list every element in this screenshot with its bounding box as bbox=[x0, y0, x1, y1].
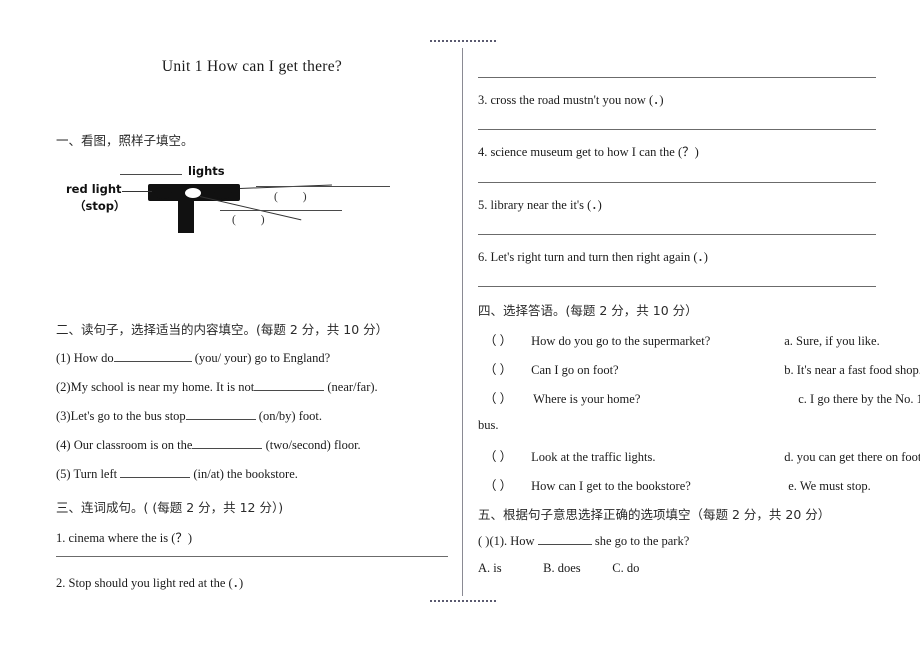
section-2-item-2-pre: (2)My school is near my home. It is not bbox=[56, 380, 255, 394]
section-3-answer-line-4[interactable] bbox=[478, 182, 876, 183]
section-1-heading: 一、看图，照样子填空。 bbox=[56, 133, 194, 148]
traffic-light-figure: lights red light （stop） ( ) ( ) bbox=[60, 158, 390, 238]
section-3-item-4: 4. science museum get to how I can the (… bbox=[478, 145, 699, 159]
section-2-item-2: (2)My school is near my home. It is not … bbox=[56, 380, 378, 395]
section-2-item-5-blank[interactable] bbox=[120, 477, 191, 478]
traffic-light-housing bbox=[148, 184, 240, 201]
section-4-bracket-4[interactable]: （ ） bbox=[484, 446, 528, 465]
traffic-light-lamp-green bbox=[214, 187, 232, 199]
section-4-bracket-3[interactable]: （ ） bbox=[484, 388, 530, 407]
section-2-item-5-post: (in/at) the bookstore. bbox=[193, 467, 298, 481]
section-4-answer-1: a. Sure, if you like. bbox=[784, 334, 880, 348]
section-2-item-3-blank[interactable] bbox=[185, 419, 256, 420]
traffic-light-post bbox=[178, 199, 194, 233]
section-2-item-5-pre: (5) Turn left bbox=[56, 467, 118, 481]
traffic-light-lamp-yellow bbox=[184, 187, 202, 199]
figure-paren-a[interactable]: ( ) bbox=[274, 191, 318, 203]
figure-top-blank[interactable] bbox=[120, 174, 182, 175]
section-3-item-2: 2. Stop should you light red at the (．) bbox=[56, 576, 244, 590]
section-4-row-1: （ ） How do you go to the supermarket? a.… bbox=[484, 330, 880, 349]
section-4-bracket-2[interactable]: （ ） bbox=[484, 359, 528, 378]
figure-label-lights: lights bbox=[188, 164, 225, 178]
section-5-question-1-post: she go to the park? bbox=[594, 534, 690, 548]
section-2-item-5: (5) Turn left (in/at) the bookstore. bbox=[56, 467, 298, 482]
section-4-prompt-4: Look at the traffic lights. bbox=[531, 450, 656, 464]
section-4-prompt-2: Can I go on foot? bbox=[531, 363, 619, 377]
section-3-item-5: 5. library near the it's (．) bbox=[478, 198, 602, 212]
section-5-options-1: A. is B. does C. do bbox=[478, 561, 639, 576]
section-4-answer-3: c. I go there by the No. 15 bbox=[798, 392, 920, 406]
section-3-heading: 三、连词成句。( (每题 2 分，共 12 分）) bbox=[56, 500, 284, 515]
section-4-answer-3-wrap: bus. bbox=[478, 418, 499, 432]
page-title: Unit 1 How can I get there? bbox=[161, 58, 343, 75]
section-4-heading: 四、选择答语。(每题 2 分，共 10 分） bbox=[478, 303, 698, 318]
section-2-item-1-post: (you/ your) go to England? bbox=[194, 351, 331, 365]
section-2-item-3: (3)Let's go to the bus stop (on/by) foot… bbox=[56, 409, 322, 424]
section-5-question-1-blank[interactable] bbox=[537, 544, 592, 545]
section-2-item-2-blank[interactable] bbox=[254, 390, 325, 391]
section-2-item-4-pre: (4) Our classroom is on the bbox=[56, 438, 193, 452]
section-2-item-4-post: (two/second) floor. bbox=[265, 438, 361, 452]
section-4-prompt-5: How can I get to the bookstore? bbox=[531, 479, 691, 493]
section-5-option-a[interactable]: A. is bbox=[478, 561, 540, 576]
section-4-answer-2: b. It's near a fast food shop. bbox=[784, 363, 920, 377]
section-2-item-3-pre: (3)Let's go to the bus stop bbox=[56, 409, 186, 423]
section-3-item-3: 3. cross the road mustn't you now (．) bbox=[478, 93, 664, 107]
figure-paren-b[interactable]: ( ) bbox=[232, 214, 276, 226]
leader-line-red bbox=[122, 191, 152, 192]
cut-mark-top bbox=[430, 40, 496, 44]
section-4-row-5: （ ） How can I get to the bookstore? e. W… bbox=[484, 475, 871, 494]
section-3-item-6: 6. Let's right turn and turn then right … bbox=[478, 250, 708, 264]
section-5-bracket-1[interactable]: ( ) bbox=[478, 534, 489, 548]
section-4-answer-5: e. We must stop. bbox=[788, 479, 871, 493]
section-2-item-2-post: (near/far). bbox=[327, 380, 378, 394]
section-3-answer-line-5[interactable] bbox=[478, 234, 876, 235]
section-5-question-1-pre: (1). How bbox=[489, 534, 535, 548]
figure-label-red-light: red light bbox=[66, 182, 122, 196]
section-4-prompt-1: How do you go to the supermarket? bbox=[531, 334, 711, 348]
section-3-answer-line-3[interactable] bbox=[478, 129, 876, 130]
section-4-bracket-1[interactable]: （ ） bbox=[484, 330, 528, 349]
section-4-row-2: （ ） Can I go on foot? b. It's near a fas… bbox=[484, 359, 920, 378]
figure-blank-a[interactable] bbox=[256, 186, 390, 187]
section-5-heading: 五、根据句子意思选择正确的选项填空（每题 2 分，共 20 分） bbox=[478, 507, 831, 522]
section-4-row-4: （ ） Look at the traffic lights. d. you c… bbox=[484, 446, 920, 465]
figure-blank-b[interactable] bbox=[220, 210, 342, 211]
column-divider bbox=[462, 48, 463, 596]
section-3-item-1: 1. cinema where the is (？) bbox=[56, 531, 193, 545]
section-2-item-3-post: (on/by) foot. bbox=[258, 409, 322, 423]
section-5-option-c[interactable]: C. do bbox=[612, 561, 639, 575]
section-5-question-1: ( )(1). How she go to the park? bbox=[478, 534, 689, 549]
section-4-bracket-5[interactable]: （ ） bbox=[484, 475, 528, 494]
section-2-item-1-blank[interactable] bbox=[113, 361, 192, 362]
traffic-light-lamp-red bbox=[154, 187, 172, 199]
section-2-heading: 二、读句子，选择适当的内容填空。(每题 2 分，共 10 分） bbox=[56, 322, 389, 337]
figure-label-stop: （stop） bbox=[74, 199, 126, 213]
worksheet-page: Unit 1 How can I get there? 一、看图，照样子填空。 … bbox=[0, 0, 920, 651]
section-2-item-4-blank[interactable] bbox=[192, 448, 263, 449]
section-2-item-1-pre: (1) How do bbox=[56, 351, 114, 365]
section-2-item-1: (1) How do (you/ your) go to England? bbox=[56, 351, 330, 366]
section-4-row-3: （ ） Where is your home? c. I go there by… bbox=[484, 388, 920, 407]
section-3-answer-line-6[interactable] bbox=[478, 286, 876, 287]
section-3-answer-line-1[interactable] bbox=[56, 556, 448, 557]
section-4-prompt-3: Where is your home? bbox=[533, 392, 641, 406]
section-2-item-4: (4) Our classroom is on the (two/second)… bbox=[56, 438, 361, 453]
section-4-answer-4: d. you can get there on foot. bbox=[784, 450, 920, 464]
section-3-answer-line-2[interactable] bbox=[478, 77, 876, 78]
section-5-option-b[interactable]: B. does bbox=[543, 561, 609, 576]
cut-mark-bottom bbox=[430, 600, 496, 604]
